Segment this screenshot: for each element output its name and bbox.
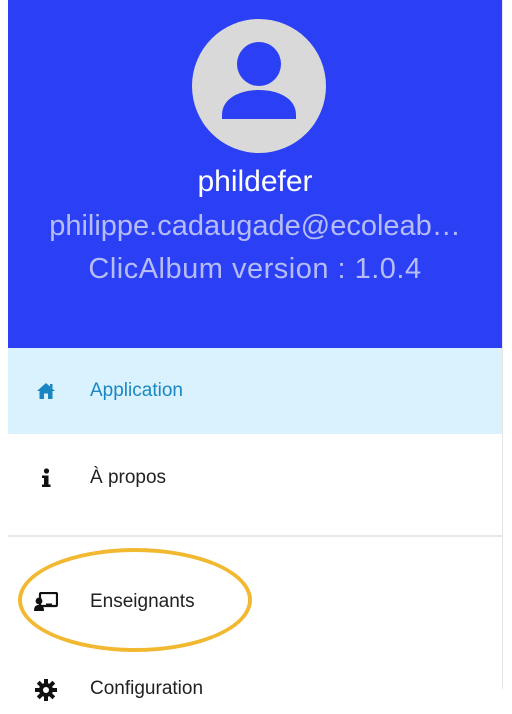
home-icon [34, 379, 58, 403]
menu-item-label: À propos [90, 467, 167, 488]
info-icon [34, 466, 58, 490]
user-name: phildefer [197, 165, 313, 198]
menu-item-configuration[interactable]: Configuration [8, 664, 502, 714]
menu-divider [8, 535, 502, 537]
menu-item-application[interactable]: Application [8, 348, 502, 434]
screen-frame-right [502, 0, 512, 689]
gear-icon [34, 678, 58, 702]
screen-frame-left [0, 0, 8, 689]
menu-item-label: Configuration [90, 678, 204, 699]
teacher-icon [34, 590, 58, 614]
menu-item-enseignants[interactable]: Enseignants [8, 560, 502, 644]
user-email: philippe.cadaugade@ecoleab… [49, 210, 461, 242]
account-circle-icon [222, 42, 296, 119]
avatar [192, 19, 326, 153]
menu-item-label: Enseignants [90, 591, 195, 612]
menu-item-a-propos[interactable]: À propos [8, 434, 502, 522]
menu-item-label: Application [90, 380, 183, 401]
app-version: ClicAlbum version : 1.0.4 [88, 253, 422, 285]
